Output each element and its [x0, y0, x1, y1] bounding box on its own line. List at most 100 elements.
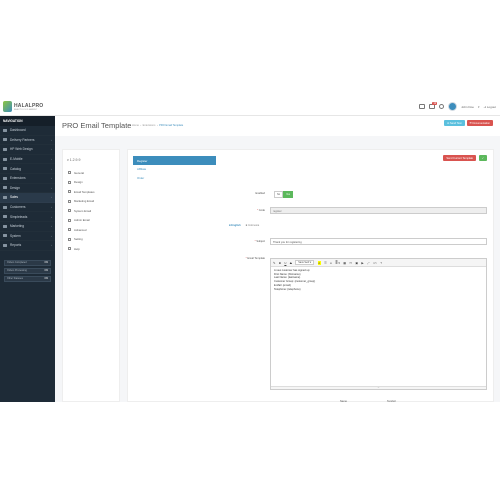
sidebar-item-e-mobile[interactable]: E-Mobile ›	[0, 155, 55, 165]
sidebar-item-system[interactable]: System ›	[0, 232, 55, 242]
editor-line: Telephone: {telephone}	[274, 287, 301, 291]
image-button[interactable]: ▣	[355, 261, 358, 265]
sidebar-item-design[interactable]: Design ›	[0, 184, 55, 194]
code-view-button[interactable]: </>	[373, 261, 377, 265]
subnav-icon	[68, 180, 71, 184]
subnav-admin-email[interactable]: Admin Email	[63, 216, 119, 226]
subnav-label: Help	[74, 246, 80, 251]
link-button[interactable]: ⚯	[349, 261, 351, 265]
align-button[interactable]: ≣ ▾	[335, 261, 340, 265]
subnav-system-email[interactable]: System Email	[63, 206, 119, 216]
tab-english[interactable]: ■ English	[229, 224, 241, 227]
sidebar: NAVIGATION Dashboard Delivery Partners › HP…	[0, 116, 55, 402]
documentation-button[interactable]: ☰ Documentation	[466, 120, 493, 126]
breadcrumb-current[interactable]: PRO Email Template	[159, 124, 183, 127]
subnav-icon	[68, 218, 71, 222]
chevron-right-icon: ›	[51, 176, 52, 181]
bold-button[interactable]: B	[279, 261, 281, 265]
user-name[interactable]: John Doe	[461, 105, 474, 109]
subnav-label: Setting	[74, 237, 83, 242]
tab-indonesia[interactable]: ■ Indonesia	[246, 224, 260, 227]
code-field[interactable]: register	[270, 207, 487, 214]
breadcrumb-home[interactable]: Home	[132, 124, 139, 127]
top-header: HALALPRO BEAUTY FOOD MARKET 12 John Doe …	[0, 98, 500, 116]
email-template-label: * Email Template	[245, 257, 265, 260]
page-bottom	[0, 402, 500, 500]
sidebar-item-extensions[interactable]: Extensions ›	[0, 174, 55, 184]
logout-link[interactable]: ⇥ Logout	[483, 105, 496, 109]
list-ul-button[interactable]: ☰	[324, 261, 327, 265]
sidebar-item-label: Extensions	[10, 176, 26, 181]
code-label: * Code	[257, 209, 265, 212]
menu-icon	[3, 167, 7, 171]
underline-button[interactable]: U	[284, 261, 286, 265]
subnav-setting[interactable]: Setting	[63, 235, 119, 245]
enabled-toggle[interactable]: No Yes	[274, 191, 293, 198]
module-version: v 1.2.9.9	[67, 158, 81, 162]
strike-button[interactable]: S	[290, 261, 292, 265]
gear-icon[interactable]	[439, 104, 445, 109]
sidebar-item-marketing[interactable]: Marketing ›	[0, 222, 55, 232]
sidebar-item-delivery-partners[interactable]: Delivery Partners ›	[0, 136, 55, 146]
color-button[interactable]: A	[317, 260, 321, 265]
menu-icon	[3, 195, 7, 199]
sidebar-item-customers[interactable]: Customers ›	[0, 203, 55, 213]
help-button[interactable]: ?	[380, 261, 382, 265]
subnav-advanced[interactable]: Advanced	[63, 225, 119, 235]
subnav-marketing-email[interactable]: Marketing Email	[63, 197, 119, 207]
chevron-right-icon: ›	[51, 166, 52, 171]
editor-content[interactable]: A new customer has signed up: First Name:…	[271, 267, 486, 293]
template-item-register[interactable]: Register	[133, 156, 216, 165]
menu-icon	[3, 215, 7, 219]
subject-input[interactable]: Thank you for registering	[270, 238, 487, 245]
progress-value: 0%	[44, 277, 48, 281]
sidebar-item-simpleleads[interactable]: Simpleleads ›	[0, 212, 55, 222]
send-current-template-button[interactable]: Send Current Template	[443, 155, 476, 161]
sidebar-item-label: System	[10, 233, 21, 238]
video-button[interactable]: ▶	[361, 261, 363, 265]
font-select[interactable]: Sans Serif ▾	[295, 260, 315, 265]
resize-handle[interactable]: ═	[271, 386, 486, 389]
list-ol-button[interactable]: ≡	[330, 261, 332, 265]
bell-icon[interactable]: 12	[429, 102, 438, 109]
sidebar-item-label: Catalog	[10, 166, 21, 171]
paint-icon[interactable]: ✎	[273, 261, 275, 265]
toggle-off[interactable]: No	[274, 191, 284, 198]
sidebar-item-sales[interactable]: Sales ›	[0, 193, 55, 203]
table-button[interactable]: ▦	[343, 261, 346, 265]
chevron-right-icon: ›	[51, 224, 52, 229]
sidebar-item-label: Dashboard	[10, 128, 26, 133]
subnav-icon	[68, 199, 71, 203]
subnav-label: Advanced	[74, 227, 87, 232]
subnav-design[interactable]: Design	[63, 178, 119, 188]
sidebar-item-label: Customers	[10, 205, 26, 210]
subnav-help[interactable]: Help	[63, 244, 119, 254]
logo-tagline: BEAUTY FOOD MARKET	[14, 108, 38, 111]
brand-logo[interactable]: HALALPRO BEAUTY FOOD MARKET	[3, 101, 43, 112]
sidebar-item-reports[interactable]: Reports ›	[0, 241, 55, 251]
subnav-icon	[68, 228, 71, 232]
avatar[interactable]	[448, 102, 458, 111]
template-item-order[interactable]: Order	[133, 173, 216, 182]
email-editor[interactable]: ✎ B U S Sans Serif ▾ A ☰ ≡ ≣ ▾ ▦ ⚯ ▣ ▶ ⤢…	[270, 258, 487, 390]
subnav-email-templates[interactable]: Email Templates	[63, 187, 119, 197]
sidebar-item-dashboard[interactable]: Dashboard	[0, 126, 55, 136]
template-item-affiliate[interactable]: Affiliate	[133, 165, 216, 174]
sidebar-item-hp-web-design[interactable]: HP Web Design ›	[0, 145, 55, 155]
save-button[interactable]: ✓	[479, 155, 487, 161]
fullscreen-button[interactable]: ⤢	[367, 261, 369, 265]
page-title: PRO Email Template	[62, 121, 132, 130]
sidebar-item-catalog[interactable]: Catalog ›	[0, 164, 55, 174]
cart-icon[interactable]	[419, 104, 426, 109]
menu-icon	[3, 234, 7, 238]
subnav-general[interactable]: General	[63, 168, 119, 178]
toggle-on[interactable]: Yes	[283, 191, 293, 198]
sidebar-item-label: Design	[10, 185, 20, 190]
logo-icon	[3, 101, 12, 112]
send-test-button[interactable]: ✉ Send Test	[444, 120, 465, 126]
chevron-right-icon: ›	[51, 243, 52, 248]
chevron-down-icon[interactable]: ▾	[478, 105, 480, 109]
breadcrumb-extensions[interactable]: Extensions	[143, 124, 156, 127]
progress-label: Orders Processing	[7, 269, 27, 273]
module-subnav: v 1.2.9.9 General Design Email Templates Ma…	[62, 149, 120, 402]
